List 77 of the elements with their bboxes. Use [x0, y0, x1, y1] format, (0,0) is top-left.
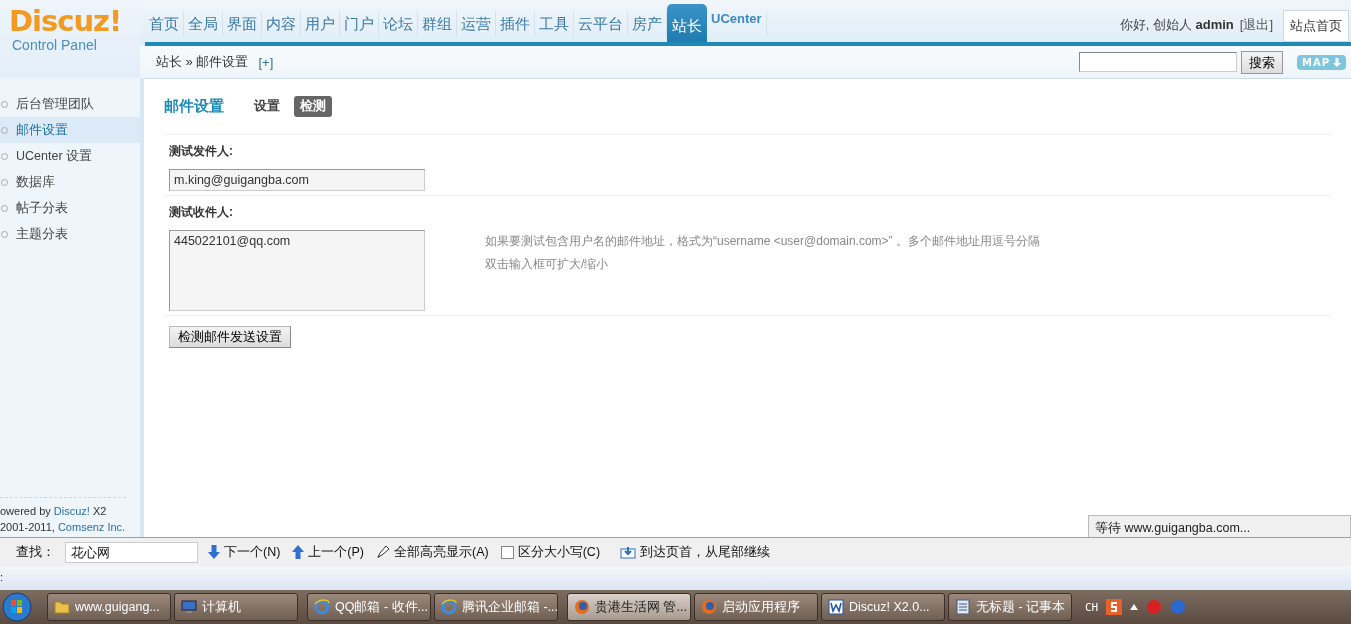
- notepad-icon: [955, 599, 971, 615]
- language-indicator[interactable]: CH: [1085, 600, 1099, 614]
- browser-icon: [441, 599, 457, 615]
- input-method-icon[interactable]: [1106, 599, 1123, 615]
- taskbar-button[interactable]: Discuz! X2.0...: [821, 593, 945, 621]
- nav-tab[interactable]: 全局: [184, 11, 223, 37]
- footer-link[interactable]: Discuz!: [53, 505, 90, 517]
- show-hidden-icons-icon[interactable]: [1130, 604, 1139, 610]
- browser-icon: [574, 599, 590, 615]
- logo-subtitle: Control Panel: [12, 37, 97, 53]
- nav-tab[interactable]: 运营: [457, 11, 496, 37]
- browser-icon: [701, 599, 717, 615]
- nav-tab[interactable]: 门户: [340, 11, 379, 37]
- nav-tab[interactable]: 云平台: [574, 11, 628, 37]
- nav-tab[interactable]: 用户: [301, 11, 340, 37]
- copyright-text: owered by Discuz! X2: [0, 504, 108, 518]
- page-title: 邮件设置: [164, 96, 224, 116]
- up-arrow-icon: [292, 545, 305, 559]
- down-arrow-icon: [208, 545, 220, 559]
- logo-text: Discuz!: [9, 5, 122, 37]
- submit-button[interactable]: 检测邮件发送设置: [169, 326, 291, 348]
- sidebar-item[interactable]: 主题分表: [0, 221, 140, 247]
- folder-icon: [54, 599, 70, 615]
- taskbar-button[interactable]: QQ邮箱 - 收件...: [307, 593, 431, 621]
- taskbar-button[interactable]: 腾讯企业邮箱 -...: [434, 593, 558, 621]
- page-tab[interactable]: 设置: [248, 95, 286, 117]
- next-button[interactable]: 下一个(N): [208, 543, 281, 561]
- find-label: 查找：: [16, 543, 55, 561]
- nav-tab[interactable]: 插件: [496, 11, 535, 37]
- hint-text: 如果要测试包含用户名的邮件地址，格式为“username <user@domain.com>” 。多个邮件地址用逗号分隔: [485, 233, 1040, 250]
- sidebar-item[interactable]: 后台管理团队: [0, 91, 140, 117]
- highlight-all-button[interactable]: 全部高亮显示(A): [376, 543, 489, 561]
- search-field[interactable]: [1078, 52, 1237, 72]
- nav-tab[interactable]: 站长: [667, 4, 707, 42]
- wrap-around-icon: [620, 545, 637, 559]
- find-field[interactable]: 花心网: [65, 541, 198, 563]
- breadcrumb: 站长 » 邮件设置: [156, 53, 249, 71]
- add-shortcut-link[interactable]: [+]: [258, 54, 274, 70]
- greeting-text: 你好, 创始人 admin: [1119, 16, 1234, 34]
- site-home-button[interactable]: 站点首页: [1283, 10, 1349, 42]
- down-arrow-icon: [1333, 57, 1341, 67]
- taskbar-button[interactable]: 启动应用程序: [694, 593, 818, 621]
- field-label: 测试发件人:: [169, 143, 234, 159]
- nav-tab[interactable]: 内容: [262, 11, 301, 37]
- start-button[interactable]: [2, 592, 32, 622]
- nav-tab[interactable]: 论坛: [379, 11, 418, 37]
- status-popup: 等待 www.guigangba.com...: [1088, 515, 1351, 537]
- nav-tab[interactable]: 群组: [418, 11, 457, 37]
- nav-tab[interactable]: 界面: [223, 11, 262, 37]
- taskbar-button[interactable]: 无标题 - 记事本: [948, 593, 1072, 621]
- copyright-text: 2001-2011, Comsenz Inc.: [0, 520, 126, 534]
- page-tab[interactable]: 检测: [294, 95, 332, 117]
- monitor-icon: [181, 599, 197, 615]
- browser-icon: [314, 599, 330, 615]
- nav-tab[interactable]: UCenter: [707, 11, 767, 37]
- sidebar-item[interactable]: UCenter 设置: [0, 143, 140, 169]
- textarea-field[interactable]: 445022101@qq.com: [169, 230, 425, 311]
- footer-link[interactable]: Comsenz Inc.: [57, 521, 126, 533]
- taskbar-button[interactable]: www.guigang...: [47, 593, 171, 621]
- logout-link[interactable]: [退出]: [1239, 16, 1273, 34]
- nav-tab[interactable]: 首页: [145, 11, 184, 37]
- hint-text: 双击输入框可扩大/缩小: [485, 256, 610, 273]
- taskbar-button[interactable]: 贵港生活网 管...: [567, 593, 691, 621]
- wrap-notice: 到达页首，从尾部继续: [620, 543, 771, 561]
- previous-button[interactable]: 上一个(P): [292, 543, 365, 561]
- field-label: 测试收件人:: [169, 204, 234, 220]
- highlighter-icon: [376, 545, 391, 559]
- nav-tab[interactable]: 工具: [535, 11, 574, 37]
- sidebar-item[interactable]: 数据库: [0, 169, 140, 195]
- input-field[interactable]: m.king@guigangba.com: [169, 169, 425, 191]
- document-icon: [828, 599, 844, 615]
- sidebar-item[interactable]: 邮件设置: [0, 117, 140, 143]
- taskbar-button[interactable]: 计算机: [174, 593, 298, 621]
- sidebar-item[interactable]: 帖子分表: [0, 195, 140, 221]
- status-bar-text: :: [0, 566, 1351, 590]
- match-case-checkbox[interactable]: 区分大小写(C): [500, 543, 601, 561]
- search-button[interactable]: 搜索: [1240, 50, 1283, 74]
